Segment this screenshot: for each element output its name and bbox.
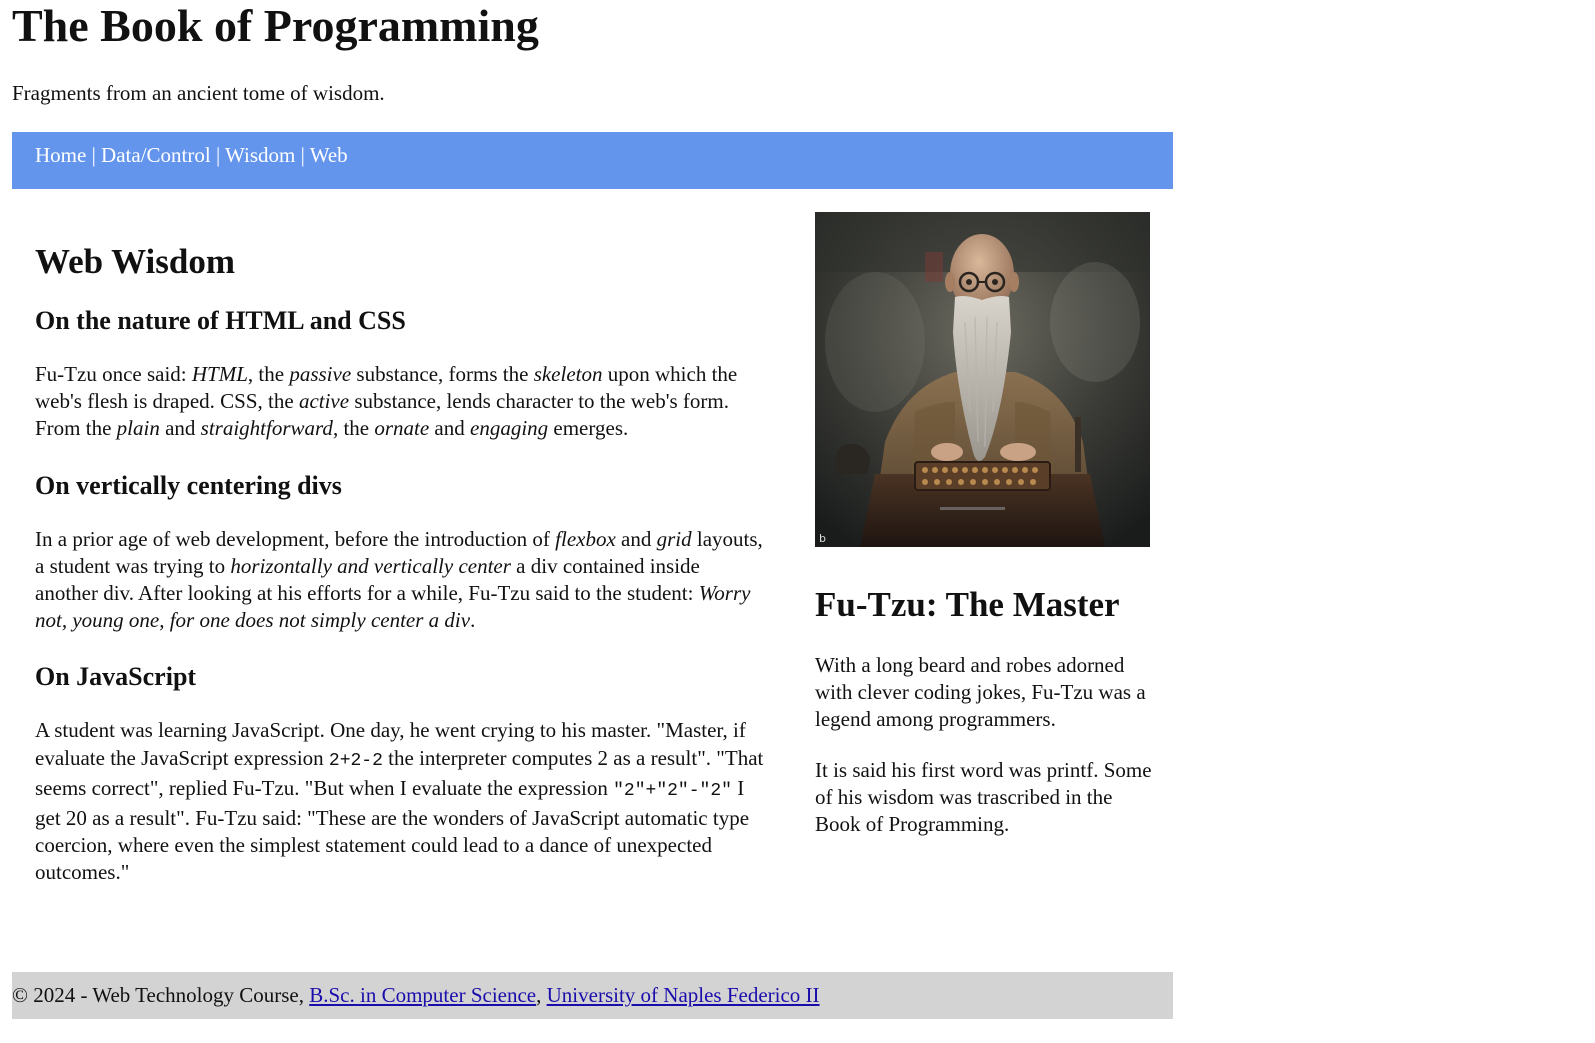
paragraph-centering-divs: In a prior age of web development, befor… <box>35 526 763 633</box>
site-subtitle: Fragments from an ancient tome of wisdom… <box>12 81 385 105</box>
master-heading: Fu-Tzu: The Master <box>815 585 1120 624</box>
paragraph-javascript: A student was learning JavaScript. One d… <box>35 718 764 885</box>
master-portrait-image: b <box>815 212 1150 547</box>
site-title: The Book of Programming <box>12 0 539 51</box>
master-legend-paragraph: It is said his first word was printf. So… <box>815 757 1152 837</box>
page-heading: Web Wisdom <box>35 242 236 281</box>
section-heading-html-css: On the nature of HTML and CSS <box>35 306 406 335</box>
sidebar: b Fu-Tzu: The Master With a long beard a… <box>815 212 1155 838</box>
main-content: Web Wisdom On the nature of HTML and CSS… <box>35 230 767 887</box>
bsc-computer-science-link[interactable]: B.Sc. in Computer Science <box>309 983 536 1007</box>
svg-text:b: b <box>819 532 826 545</box>
code-snippet: "2"+"2"-"2" <box>613 780 732 801</box>
nav-link-data-control[interactable]: Data/Control <box>101 143 211 167</box>
page-footer: © 2024 - Web Technology Course, B.Sc. in… <box>12 972 1173 1019</box>
copyright-text: © 2024 - Web Technology Course, <box>12 983 310 1007</box>
nav-link-wisdom[interactable]: Wisdom <box>225 143 295 167</box>
footer-separator: , <box>536 983 547 1007</box>
nav-separator: | <box>86 143 102 167</box>
nav-separator: | <box>210 143 226 167</box>
nav-link-web[interactable]: Web <box>310 143 348 167</box>
main-navigation: Home | Data/Control | Wisdom | Web <box>12 132 1173 189</box>
master-bio-paragraph: With a long beard and robes adorned with… <box>815 653 1146 732</box>
university-link[interactable]: University of Naples Federico II <box>547 983 820 1007</box>
section-heading-javascript: On JavaScript <box>35 662 197 692</box>
paragraph-html-css: Fu-Tzu once said: HTML, the passive subs… <box>35 362 738 441</box>
nav-link-home[interactable]: Home <box>35 143 86 167</box>
code-snippet: 2+2-2 <box>328 750 383 771</box>
nav-separator: | <box>295 143 310 167</box>
section-heading-centering-divs: On vertically centering divs <box>35 470 342 500</box>
